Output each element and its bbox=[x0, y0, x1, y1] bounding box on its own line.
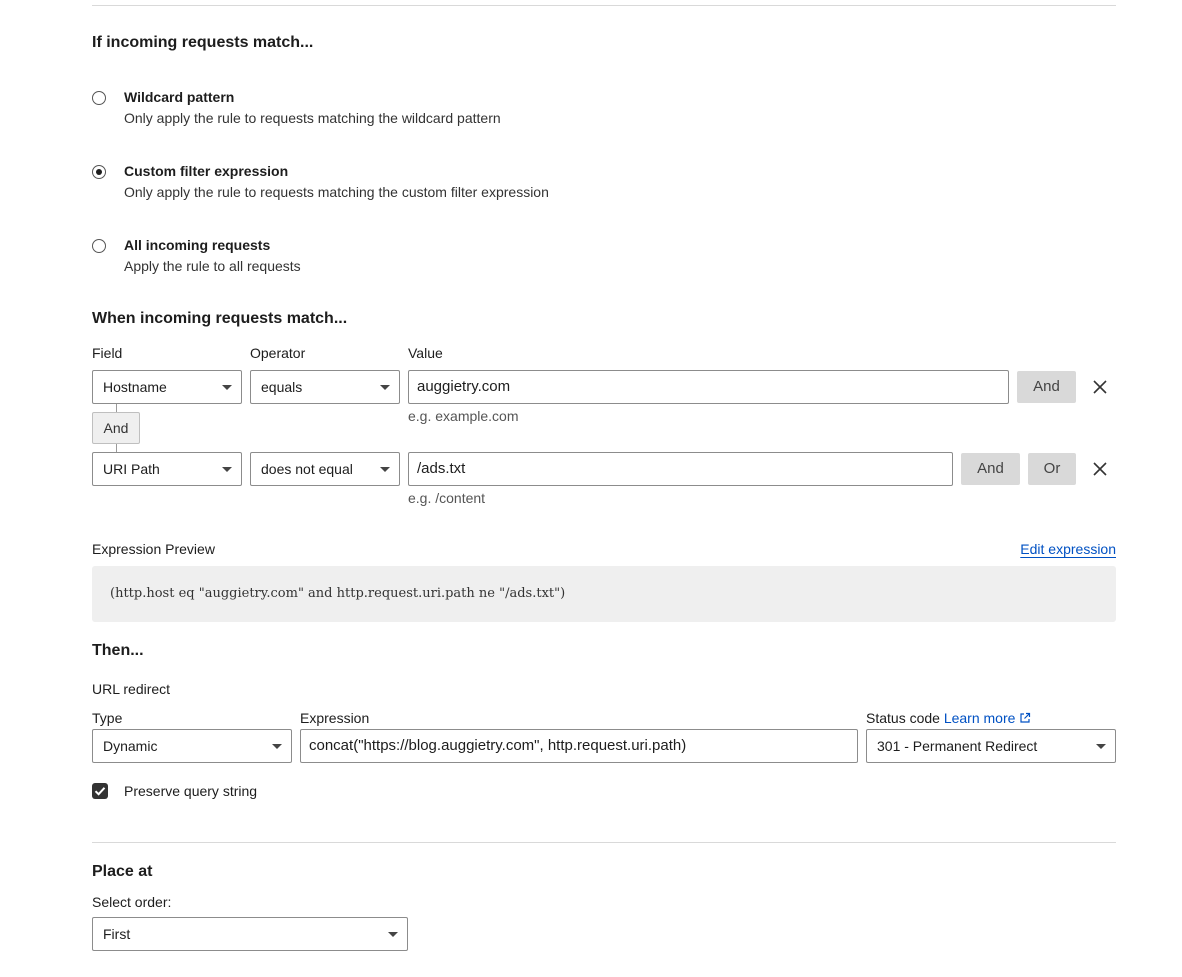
order-select[interactable]: First bbox=[92, 917, 408, 951]
chevron-down-icon bbox=[222, 385, 232, 390]
operator-column-label: Operator bbox=[250, 345, 306, 361]
operator-select-2-value: does not equal bbox=[261, 461, 353, 477]
chevron-down-icon bbox=[272, 744, 282, 749]
field-select-2[interactable]: URI Path bbox=[92, 452, 242, 486]
close-icon[interactable] bbox=[1092, 461, 1108, 477]
chevron-down-icon bbox=[1096, 744, 1106, 749]
connector-and-button[interactable]: And bbox=[92, 412, 140, 444]
status-code-select[interactable]: 301 - Permanent Redirect bbox=[866, 729, 1116, 763]
option-desc-wildcard: Only apply the rule to requests matching… bbox=[124, 110, 501, 126]
external-link-icon[interactable] bbox=[1019, 712, 1031, 724]
field-select-2-value: URI Path bbox=[103, 461, 160, 477]
then-heading: Then... bbox=[92, 642, 144, 659]
expression-preview-label: Expression Preview bbox=[92, 541, 215, 557]
order-select-value: First bbox=[103, 926, 131, 942]
field-column-label: Field bbox=[92, 345, 123, 361]
filter-heading: When incoming requests match... bbox=[92, 310, 348, 327]
preserve-query-checkbox[interactable] bbox=[92, 783, 108, 799]
field-select-1[interactable]: Hostname bbox=[92, 370, 242, 404]
value-column-label: Value bbox=[408, 345, 443, 361]
preserve-query-label: Preserve query string bbox=[124, 783, 258, 799]
chevron-down-icon bbox=[380, 385, 390, 390]
connector-line-bottom bbox=[116, 444, 117, 452]
action-label: URL redirect bbox=[92, 681, 171, 697]
chevron-down-icon bbox=[388, 932, 398, 937]
value-hint-1: e.g. example.com bbox=[408, 408, 519, 424]
value-hint-2: e.g. /content bbox=[408, 490, 486, 506]
option-title-custom: Custom filter expression bbox=[124, 163, 289, 179]
top-divider bbox=[92, 5, 1116, 6]
learn-more-link[interactable]: Learn more bbox=[944, 710, 1016, 726]
value-input-2[interactable]: /ads.txt bbox=[408, 452, 953, 486]
operator-select-1[interactable]: equals bbox=[250, 370, 400, 404]
type-select-value: Dynamic bbox=[103, 738, 158, 754]
close-icon[interactable] bbox=[1092, 379, 1108, 395]
operator-select-1-value: equals bbox=[261, 379, 303, 395]
section-divider bbox=[92, 842, 1116, 843]
option-desc-custom: Only apply the rule to requests matching… bbox=[124, 184, 549, 200]
match-heading: If incoming requests match... bbox=[92, 34, 314, 51]
or-button-2[interactable]: Or bbox=[1028, 453, 1076, 485]
expression-preview-box: (http.host eq "auggietry.com" and http.r… bbox=[92, 566, 1116, 622]
redirect-expression-input[interactable]: concat("https://blog.auggietry.com", htt… bbox=[300, 729, 858, 763]
edit-expression-link[interactable]: Edit expression bbox=[1020, 541, 1116, 557]
place-at-heading: Place at bbox=[92, 863, 153, 880]
chevron-down-icon bbox=[380, 467, 390, 472]
checkmark-icon bbox=[94, 787, 106, 796]
connector-line-top bbox=[116, 404, 117, 412]
chevron-down-icon bbox=[222, 467, 232, 472]
value-input-1[interactable]: auggietry.com bbox=[408, 370, 1009, 404]
and-button-2[interactable]: And bbox=[961, 453, 1020, 485]
order-label: Select order: bbox=[92, 894, 172, 910]
expression-preview-text: (http.host eq "auggietry.com" and http.r… bbox=[110, 586, 566, 601]
and-button-1[interactable]: And bbox=[1017, 371, 1076, 403]
field-select-1-value: Hostname bbox=[103, 379, 167, 395]
expression-label: Expression bbox=[300, 710, 370, 726]
type-select[interactable]: Dynamic bbox=[92, 729, 292, 763]
option-desc-all: Apply the rule to all requests bbox=[124, 258, 301, 274]
option-title-all: All incoming requests bbox=[124, 237, 271, 253]
status-code-label: Status code Learn more bbox=[866, 710, 1031, 726]
status-code-text: Status code bbox=[866, 710, 940, 726]
radio-wildcard[interactable] bbox=[92, 91, 106, 105]
status-code-value: 301 - Permanent Redirect bbox=[877, 738, 1038, 754]
type-label: Type bbox=[92, 710, 123, 726]
operator-select-2[interactable]: does not equal bbox=[250, 452, 400, 486]
radio-custom-filter[interactable] bbox=[92, 165, 106, 179]
radio-all-requests[interactable] bbox=[92, 239, 106, 253]
option-title-wildcard: Wildcard pattern bbox=[124, 89, 235, 105]
